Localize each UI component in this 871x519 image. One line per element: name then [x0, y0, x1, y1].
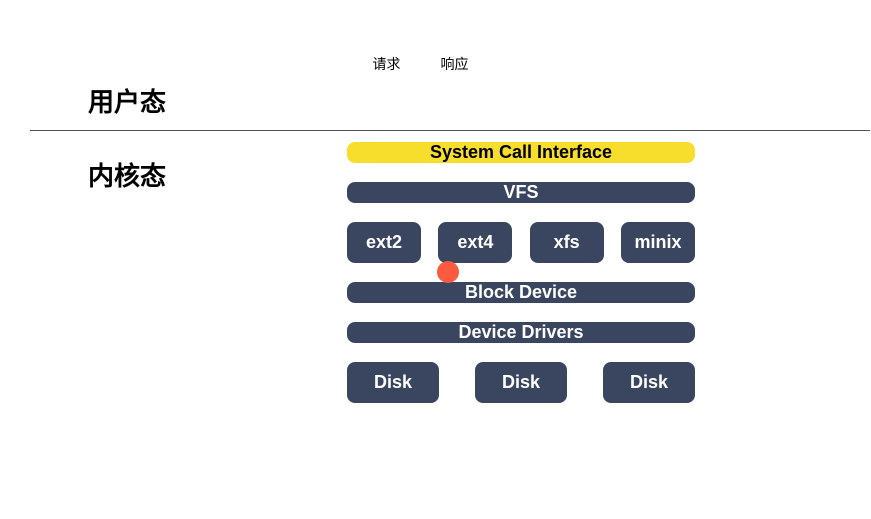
disk-2-label: Disk — [502, 372, 540, 393]
response-label: 响应 — [441, 54, 469, 74]
fs-ext2-label: ext2 — [366, 232, 402, 253]
block-device-box: Block Device — [347, 282, 695, 303]
fs-ext2-box: ext2 — [347, 222, 421, 263]
request-label: 请求 — [373, 54, 401, 74]
cursor-marker-icon — [437, 261, 459, 283]
device-drivers-box: Device Drivers — [347, 322, 695, 343]
fs-xfs-box: xfs — [530, 222, 604, 263]
vfs-box: VFS — [347, 182, 695, 203]
user-space-label: 用户态 — [88, 82, 166, 119]
fs-ext4-box: ext4 — [438, 222, 512, 263]
disk-1-label: Disk — [374, 372, 412, 393]
syscall-interface-box: System Call Interface — [347, 142, 695, 163]
disk-3-label: Disk — [630, 372, 668, 393]
fs-xfs-label: xfs — [554, 232, 580, 253]
kernel-stack: System Call Interface VFS ext2 ext4 xfs … — [347, 142, 695, 403]
disk-row: Disk Disk Disk — [347, 362, 695, 403]
fs-minix-label: minix — [634, 232, 681, 253]
disk-3-box: Disk — [603, 362, 695, 403]
device-drivers-label: Device Drivers — [458, 322, 583, 343]
top-flow-labels: 请求 响应 — [0, 54, 871, 74]
fs-ext4-label: ext4 — [457, 232, 493, 253]
vfs-label: VFS — [503, 182, 538, 203]
user-kernel-divider — [30, 130, 870, 131]
disk-1-box: Disk — [347, 362, 439, 403]
block-device-label: Block Device — [465, 282, 577, 303]
fs-minix-box: minix — [621, 222, 695, 263]
kernel-space-label: 内核态 — [88, 156, 166, 193]
syscall-interface-label: System Call Interface — [430, 142, 612, 163]
disk-2-box: Disk — [475, 362, 567, 403]
filesystem-row: ext2 ext4 xfs minix — [347, 222, 695, 263]
